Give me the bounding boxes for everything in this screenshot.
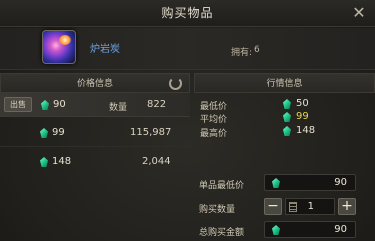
listing-price: 99 bbox=[52, 127, 65, 138]
quantity-value: 1 bbox=[307, 201, 314, 212]
market-info-header: 行情信息 bbox=[194, 73, 375, 93]
quantity-label: 购买数量 bbox=[199, 205, 236, 215]
jade-gem-icon bbox=[40, 128, 48, 138]
refresh-icon[interactable] bbox=[169, 77, 182, 90]
decrease-button[interactable]: − bbox=[264, 198, 282, 215]
listing-row[interactable]: 148 2,044 bbox=[0, 147, 190, 175]
total-amount-field: 90 bbox=[264, 221, 356, 238]
min-price-value: 50 bbox=[296, 98, 309, 109]
quantity-label: 数量 bbox=[109, 103, 128, 113]
price-info-panel: 价格信息 出售 90 数量 822 99 115,987 148 2,044 bbox=[0, 73, 190, 241]
keypad-icon[interactable] bbox=[289, 202, 297, 212]
total-amount-value: 90 bbox=[334, 224, 347, 235]
jade-gem-icon bbox=[272, 225, 280, 235]
owned-count: 6 bbox=[254, 45, 260, 55]
increase-button[interactable]: + bbox=[338, 198, 356, 215]
market-info-title: 行情信息 bbox=[266, 79, 303, 89]
close-icon[interactable]: ✕ bbox=[349, 3, 369, 23]
unit-min-price-value: 90 bbox=[334, 177, 347, 188]
listing-row[interactable]: 出售 90 数量 822 bbox=[0, 93, 190, 117]
item-name: 炉岩炭 bbox=[90, 44, 120, 55]
total-amount-label: 总购买金额 bbox=[199, 228, 245, 238]
purchase-window: 购买物品 ✕ 炉岩炭 拥有: 6 价格信息 出售 90 数量 822 99 11… bbox=[0, 0, 375, 241]
price-info-title: 价格信息 bbox=[76, 79, 113, 89]
jade-gem-icon bbox=[272, 178, 280, 188]
min-price-label: 最低价 bbox=[200, 102, 228, 112]
unit-min-price-field: 90 bbox=[264, 174, 356, 191]
avg-price-value: 99 bbox=[296, 111, 309, 122]
max-price-value: 148 bbox=[296, 125, 316, 136]
quantity-input[interactable]: 1 bbox=[285, 198, 335, 215]
listing-price: 148 bbox=[52, 156, 72, 167]
title-bar: 购买物品 ✕ bbox=[0, 0, 375, 27]
unit-min-price-label: 单品最低价 bbox=[199, 181, 245, 191]
max-price-label: 最高价 bbox=[200, 129, 228, 139]
listing-price: 90 bbox=[53, 99, 66, 110]
window-title: 购买物品 bbox=[161, 6, 214, 20]
listing-quantity: 822 bbox=[147, 99, 167, 110]
listing-quantity: 115,987 bbox=[130, 127, 172, 138]
owned-label: 拥有: bbox=[231, 48, 253, 58]
avg-price-label: 平均价 bbox=[200, 115, 228, 125]
jade-gem-icon bbox=[40, 157, 48, 167]
jade-gem-icon bbox=[41, 100, 49, 110]
listing-row[interactable]: 99 115,987 bbox=[0, 117, 190, 147]
listing-quantity: 2,044 bbox=[142, 156, 171, 167]
price-info-header: 价格信息 bbox=[0, 73, 190, 93]
sell-button[interactable]: 出售 bbox=[4, 97, 32, 112]
item-icon bbox=[42, 30, 76, 64]
